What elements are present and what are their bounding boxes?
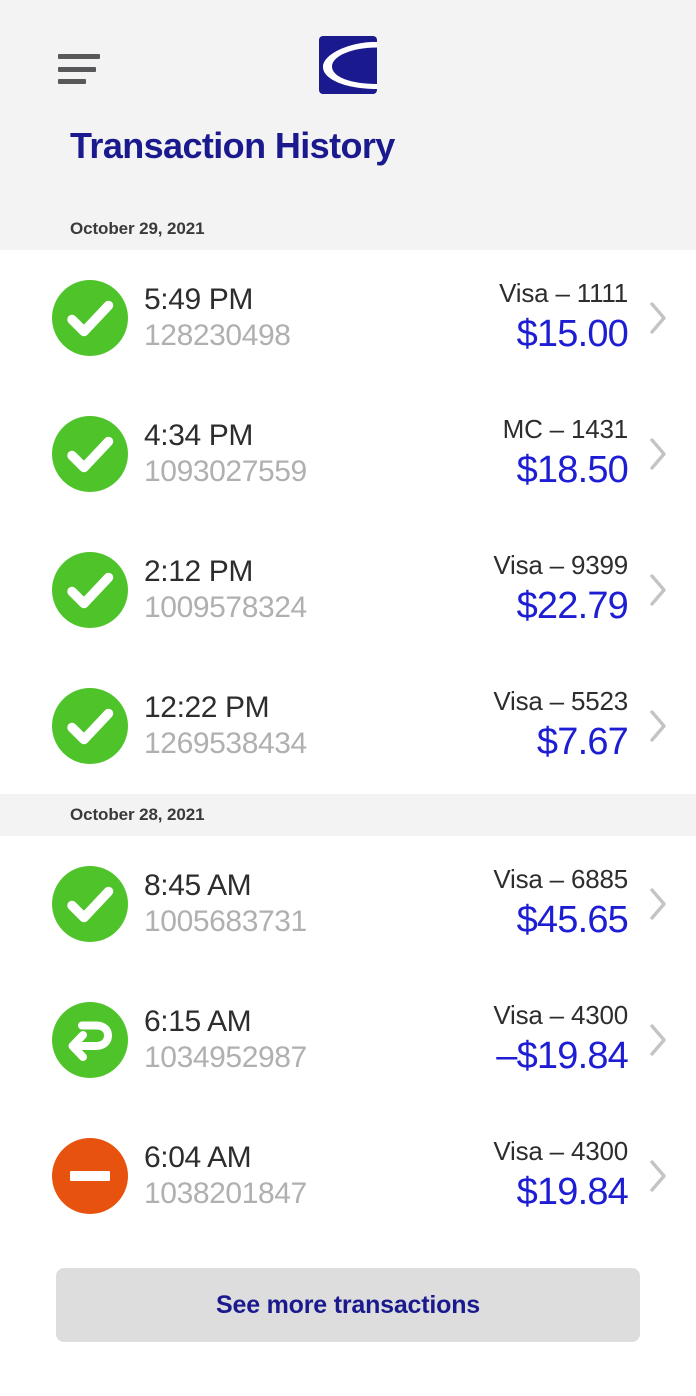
transaction-time: 2:12 PM <box>144 554 253 588</box>
check-circle-icon <box>52 688 128 764</box>
transaction-id: 1269538434 <box>144 726 307 760</box>
chevron-right-icon[interactable] <box>644 703 672 749</box>
date-section-header: October 28, 2021 <box>0 794 696 836</box>
check-circle-icon <box>52 552 128 628</box>
check-circle-icon <box>52 866 128 942</box>
transaction-secondary-info: Visa – 5523 $7.67 <box>493 685 628 766</box>
transaction-card: Visa – 4300 <box>493 1136 628 1167</box>
transaction-history-screen: Transaction History October 29, 2021 5:49… <box>0 0 696 1396</box>
transaction-id: 1038201847 <box>144 1176 307 1210</box>
elavon-logo-icon <box>319 36 377 94</box>
transaction-id: 1009578324 <box>144 590 307 624</box>
minus-circle-icon <box>52 1138 128 1214</box>
check-circle-icon <box>52 416 128 492</box>
transaction-time: 8:45 AM <box>144 868 252 902</box>
transaction-secondary-info: Visa – 4300 –$19.84 <box>493 999 628 1080</box>
transaction-secondary-info: Visa – 1111 $15.00 <box>499 277 629 358</box>
return-arrow-circle-icon <box>52 1002 128 1078</box>
transaction-card: Visa – 1111 <box>499 278 628 309</box>
transaction-id: 1005683731 <box>144 904 307 938</box>
chevron-right-icon[interactable] <box>644 881 672 927</box>
transaction-amount: $45.65 <box>516 899 629 942</box>
transaction-amount: $19.84 <box>516 1171 629 1214</box>
transaction-card: Visa – 4300 <box>493 1000 628 1031</box>
transaction-primary-info: 6:04 AM 1038201847 <box>144 1140 493 1213</box>
transaction-time: 12:22 PM <box>144 690 270 724</box>
transaction-row[interactable]: 8:45 AM 1005683731 Visa – 6885 $45.65 <box>0 836 696 972</box>
transaction-primary-info: 5:49 PM 128230498 <box>144 282 499 355</box>
transaction-primary-info: 8:45 AM 1005683731 <box>144 868 493 941</box>
transaction-list: 8:45 AM 1005683731 Visa – 6885 $45.65 6:15 A… <box>0 836 696 1244</box>
see-more-transactions-button[interactable]: See more transactions <box>56 1268 640 1342</box>
transaction-amount: –$19.84 <box>496 1035 629 1078</box>
transaction-time: 6:15 AM <box>144 1004 252 1038</box>
footer-area: See more transactions <box>0 1244 696 1396</box>
transaction-primary-info: 2:12 PM 1009578324 <box>144 554 493 627</box>
transaction-id: 1093027559 <box>144 454 307 488</box>
transaction-secondary-info: MC – 1431 $18.50 <box>502 413 629 494</box>
transaction-primary-info: 6:15 AM 1034952987 <box>144 1004 493 1077</box>
transaction-row[interactable]: 4:34 PM 1093027559 MC – 1431 $18.50 <box>0 386 696 522</box>
hamburger-line-2 <box>58 66 96 72</box>
transaction-row[interactable]: 2:12 PM 1009578324 Visa – 9399 $22.79 <box>0 522 696 658</box>
transaction-card: Visa – 9399 <box>493 550 628 581</box>
hamburger-line-1 <box>58 54 100 59</box>
transaction-row[interactable]: 6:04 AM 1038201847 Visa – 4300 $19.84 <box>0 1108 696 1244</box>
chevron-right-icon[interactable] <box>644 1017 672 1063</box>
transaction-card: MC – 1431 <box>502 414 629 445</box>
check-circle-icon <box>52 280 128 356</box>
transaction-list: 5:49 PM 128230498 Visa – 1111 $15.00 4:34 PM… <box>0 250 696 794</box>
transaction-amount: $18.50 <box>516 449 629 492</box>
chevron-right-icon[interactable] <box>644 431 672 477</box>
transaction-time: 6:04 AM <box>144 1140 252 1174</box>
hamburger-menu-icon[interactable] <box>58 54 100 84</box>
transaction-id: 1034952987 <box>144 1040 307 1074</box>
transaction-secondary-info: Visa – 9399 $22.79 <box>493 549 628 630</box>
hamburger-line-3 <box>58 79 86 84</box>
transaction-amount: $7.67 <box>536 721 629 764</box>
transaction-time: 5:49 PM <box>144 282 253 316</box>
transaction-row[interactable]: 12:22 PM 1269538434 Visa – 5523 $7.67 <box>0 658 696 794</box>
transaction-id: 128230498 <box>144 318 291 352</box>
chevron-right-icon[interactable] <box>644 295 672 341</box>
transaction-primary-info: 12:22 PM 1269538434 <box>144 690 493 763</box>
app-header: Transaction History <box>0 0 696 208</box>
transaction-primary-info: 4:34 PM 1093027559 <box>144 418 503 491</box>
transaction-amount: $15.00 <box>516 313 629 356</box>
transaction-sections: October 29, 2021 5:49 PM 128230498 Visa – 1… <box>0 208 696 1244</box>
transaction-secondary-info: Visa – 6885 $45.65 <box>493 863 628 944</box>
transaction-card: Visa – 6885 <box>493 864 628 895</box>
transaction-secondary-info: Visa – 4300 $19.84 <box>493 1135 628 1216</box>
chevron-right-icon[interactable] <box>644 1153 672 1199</box>
date-section-header: October 29, 2021 <box>0 208 696 250</box>
transaction-card: Visa – 5523 <box>493 686 628 717</box>
transaction-row[interactable]: 5:49 PM 128230498 Visa – 1111 $15.00 <box>0 250 696 386</box>
page-title: Transaction History <box>70 125 395 166</box>
transaction-row[interactable]: 6:15 AM 1034952987 Visa – 4300 –$19.84 <box>0 972 696 1108</box>
transaction-time: 4:34 PM <box>144 418 253 452</box>
transaction-amount: $22.79 <box>516 585 629 628</box>
chevron-right-icon[interactable] <box>644 567 672 613</box>
